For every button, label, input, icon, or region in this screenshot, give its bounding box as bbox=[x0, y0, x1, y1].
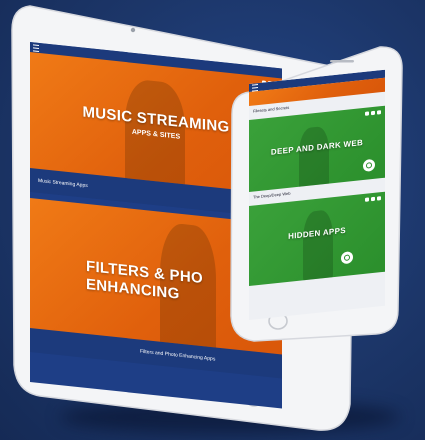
tag-pill[interactable] bbox=[371, 110, 375, 116]
toggle-icon[interactable] bbox=[341, 251, 353, 265]
person-image bbox=[299, 125, 329, 191]
tag-pill[interactable] bbox=[377, 110, 381, 115]
menu-icon[interactable] bbox=[252, 83, 258, 92]
tag-pill[interactable] bbox=[365, 111, 369, 116]
hidden-apps-card[interactable]: HIDDEN APPS bbox=[249, 191, 385, 286]
tag-pill[interactable] bbox=[365, 197, 369, 202]
deep-dark-web-card[interactable]: DEEP AND DARK WEB bbox=[249, 105, 385, 192]
person-image bbox=[303, 209, 333, 283]
toggle-icon[interactable] bbox=[363, 158, 375, 173]
phone-speaker bbox=[330, 60, 354, 63]
phone-screen: Filesets and Secrets DEEP AND DARK WEB T… bbox=[249, 69, 385, 320]
tag-pill[interactable] bbox=[377, 196, 381, 201]
tag-pill[interactable] bbox=[371, 196, 375, 202]
card-tags bbox=[365, 110, 381, 116]
card-tags bbox=[365, 196, 381, 202]
